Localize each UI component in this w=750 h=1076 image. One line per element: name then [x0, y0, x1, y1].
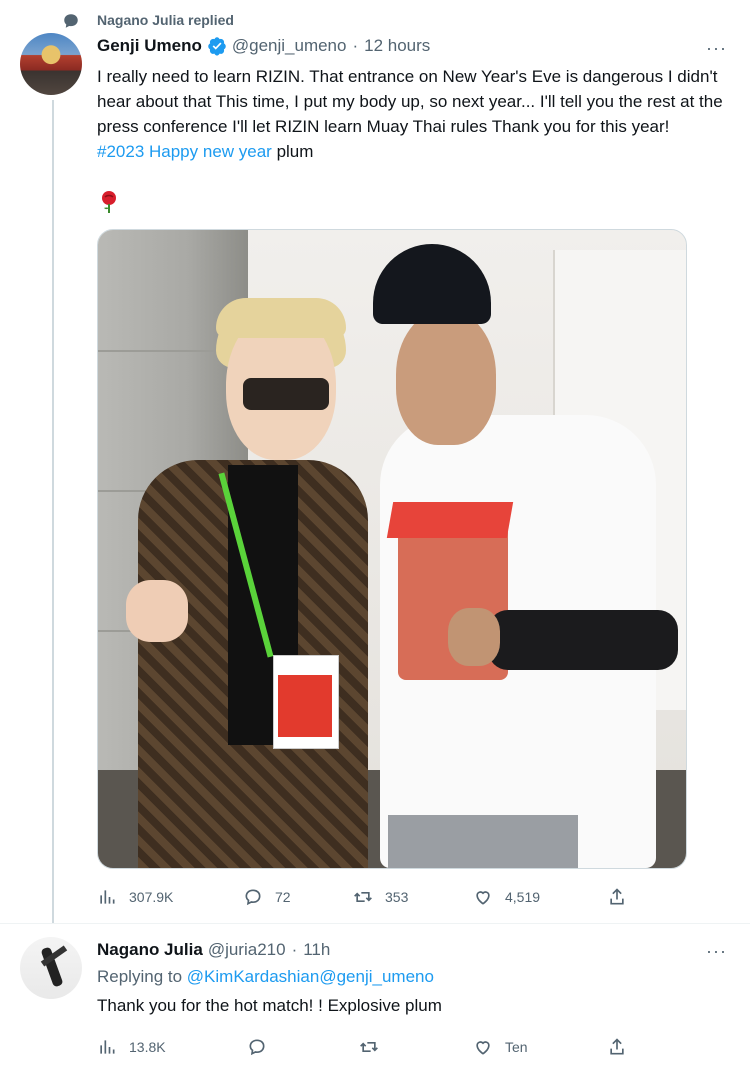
replying-to: Replying to @KimKardashian@genji_umeno: [97, 967, 434, 987]
retweet-count: 353: [385, 889, 409, 905]
reply-button[interactable]: [247, 1037, 279, 1057]
share-button[interactable]: [607, 887, 639, 907]
author-handle[interactable]: @genji_umeno: [232, 36, 347, 56]
like-button[interactable]: 4,519: [473, 887, 540, 907]
views-chart-icon: [100, 890, 115, 904]
author-name[interactable]: Nagano Julia: [97, 940, 203, 960]
heart-icon: [476, 1041, 490, 1055]
views-button[interactable]: 13.8K: [97, 1037, 166, 1057]
author-handle[interactable]: @juria210: [208, 940, 286, 960]
reply-icon: [245, 889, 261, 906]
like-count: 4,519: [505, 889, 541, 905]
reply-header: Nagano Julia @juria210 · 11h: [97, 940, 330, 960]
hashtag-link[interactable]: #2023 Happy new year: [97, 142, 272, 161]
reply-button[interactable]: 72: [243, 887, 291, 907]
retweet-icon: [354, 892, 372, 902]
tweet-photo[interactable]: [97, 229, 687, 869]
more-options-icon[interactable]: ···: [706, 38, 727, 59]
reply-count: 72: [275, 889, 291, 905]
like-count: Ten: [505, 1039, 528, 1055]
retweet-button[interactable]: 353: [353, 887, 408, 907]
replied-label[interactable]: Nagano Julia replied: [97, 12, 234, 28]
share-icon: [610, 1038, 624, 1055]
replying-prefix: Replying to: [97, 967, 187, 986]
share-icon: [610, 888, 624, 905]
tweet-text: I really need to learn RIZIN. That entra…: [97, 64, 733, 164]
reply-icon: [249, 1039, 265, 1056]
reply-actions: 13.8K Ten: [97, 1036, 657, 1058]
timestamp[interactable]: 11h: [303, 940, 330, 960]
share-button[interactable]: [607, 1037, 639, 1057]
like-button[interactable]: Ten: [473, 1037, 528, 1057]
separator-dot: ·: [352, 36, 359, 55]
thread-line: [52, 100, 54, 924]
divider: [0, 923, 750, 924]
separator-dot: ·: [291, 940, 298, 959]
author-name[interactable]: Genji Umeno: [97, 36, 202, 56]
timestamp[interactable]: 12 hours: [364, 36, 430, 56]
views-button[interactable]: 307.9K: [97, 887, 173, 907]
replied-context: [62, 10, 80, 32]
avatar[interactable]: [20, 33, 82, 95]
views-count: 307.9K: [129, 889, 174, 905]
tweet-suffix: plum: [271, 142, 314, 161]
views-count: 13.8K: [129, 1039, 166, 1055]
reply-bubble-icon: [64, 14, 78, 28]
more-options-icon[interactable]: ···: [706, 941, 727, 962]
verified-badge-icon: [208, 37, 226, 56]
tweet-actions: 307.9K 72 353 4,519: [97, 886, 657, 908]
heart-icon: [476, 891, 490, 905]
views-chart-icon: [100, 1040, 115, 1054]
retweet-icon: [360, 1042, 378, 1052]
tweet-header: Genji Umeno @genji_umeno · 12 hours: [97, 36, 430, 56]
retweet-button[interactable]: [359, 1037, 391, 1057]
tweet-body: I really need to learn RIZIN. That entra…: [97, 67, 723, 136]
rose-icon: [102, 191, 116, 213]
reply-text: Thank you for the hot match! ! Explosive…: [97, 996, 442, 1015]
avatar[interactable]: [20, 937, 82, 999]
mention-link[interactable]: @genji_umeno: [319, 967, 434, 986]
mention-link[interactable]: @KimKardashian: [187, 967, 320, 986]
